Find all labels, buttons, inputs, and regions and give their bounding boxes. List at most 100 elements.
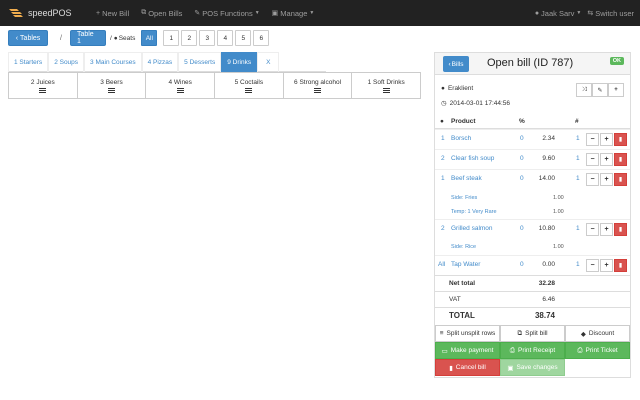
modifier-line: Side: Rice 1.00 [451, 244, 564, 250]
delete-button[interactable]: ▮ [614, 223, 627, 236]
plus-button[interactable]: + [600, 153, 613, 166]
add-button[interactable]: + [608, 83, 624, 97]
percent-cell[interactable]: 0 [520, 135, 524, 142]
top-navbar: speedPOS + New Bill ⧉ Open Bills ✎ POS F… [0, 0, 640, 26]
seat-3[interactable]: 3 [199, 30, 216, 46]
discount-button[interactable]: ◆ Discount [565, 325, 630, 342]
cancel-bill-button[interactable]: ▮ Cancel bill [435, 359, 500, 376]
modifier-line: Side: Fries 1.00 [451, 195, 564, 201]
tables-button-label: Tables [20, 34, 41, 42]
minus-button[interactable]: − [586, 133, 599, 146]
print-receipt-button[interactable]: ⎙ Print Receipt [500, 342, 565, 359]
seat-1[interactable]: 1 [163, 30, 180, 46]
product-cell[interactable]: Grilled salmon [451, 225, 493, 232]
breadcrumb-separator: / [109, 34, 112, 42]
delete-button[interactable]: ▮ [614, 133, 627, 146]
tab-close[interactable]: X [257, 52, 280, 72]
percent-cell[interactable]: 0 [520, 155, 524, 162]
minus-button[interactable]: − [586, 153, 599, 166]
plus-button[interactable]: + [600, 259, 613, 272]
subcat-beers[interactable]: 3 Beers [77, 72, 147, 99]
subcat-label: 3 Beers [100, 78, 123, 86]
seat-cell[interactable]: 1 [441, 135, 445, 142]
seat-cell[interactable]: 2 [441, 155, 445, 162]
minus-button[interactable]: − [586, 259, 599, 272]
tab-pizzas[interactable]: 4 Pizzas [141, 52, 179, 72]
subcat-soft-drinks[interactable]: 1 Soft Drinks [352, 72, 422, 99]
tables-button[interactable]: ‹ Tables [8, 30, 48, 46]
table-button[interactable]: Table 1 [69, 30, 106, 46]
product-cell[interactable]: Tap Water [451, 261, 480, 268]
seat-6[interactable]: 6 [253, 30, 270, 46]
menu-icon [39, 87, 47, 93]
table-bar: ‹ Tables / Table 1 / ● Seats All 1 2 3 4… [8, 30, 270, 46]
split-unsplit-label: Split unsplit rows [446, 330, 496, 337]
product-cell[interactable]: Clear fish soup [451, 155, 494, 162]
seat-5[interactable]: 5 [235, 30, 252, 46]
tab-drinks[interactable]: 9 Drinks [221, 52, 258, 72]
qty-cell[interactable]: 1 [576, 155, 580, 162]
modifier-label[interactable]: Side: Fries [451, 195, 477, 201]
qty-cell[interactable]: 1 [576, 261, 580, 268]
seat-cell[interactable]: All [438, 261, 445, 268]
qty-cell[interactable]: 1 [576, 225, 580, 232]
plus-button[interactable]: + [600, 133, 613, 146]
save-changes-button[interactable]: ▣ Save changes [500, 359, 565, 376]
subcat-strong-alcohol[interactable]: 6 Strong alcohol [283, 72, 353, 99]
menu-icon [245, 87, 253, 93]
user-icon: ● [113, 34, 118, 42]
tab-desserts[interactable]: 5 Desserts [178, 52, 222, 72]
nav-new-bill[interactable]: + New Bill [96, 9, 129, 18]
delete-button[interactable]: ▮ [614, 173, 627, 186]
seat-cell[interactable]: 2 [441, 225, 445, 232]
split-unsplit-button[interactable]: ≡ Split unsplit rows [435, 325, 500, 342]
brand[interactable]: speedPOS [8, 7, 84, 19]
tag-icon: ◆ [580, 330, 586, 338]
trash-icon: ▮ [449, 364, 453, 372]
plus-button[interactable]: + [600, 173, 613, 186]
nav-manage-label: Manage [280, 8, 308, 18]
bill-date-text: 2014-03-01 17:44:56 [449, 99, 511, 107]
tab-main-courses[interactable]: 3 Main Courses [84, 52, 142, 72]
modifier-label[interactable]: Temp: 1 Very Rare [451, 209, 497, 215]
seat-2[interactable]: 2 [181, 30, 198, 46]
product-cell[interactable]: Borsch [451, 135, 471, 142]
split-bill-button[interactable]: ⧉ Split bill [500, 325, 565, 342]
tab-soups[interactable]: 2 Soups [48, 52, 85, 72]
subcat-coctails[interactable]: 5 Coctails [215, 72, 284, 99]
print-ticket-button[interactable]: ⎙ Print Ticket [565, 342, 630, 359]
nav-user[interactable]: ● Jaak Sarv ▼ [535, 9, 582, 18]
bills-button[interactable]: ‹ Bills [443, 56, 469, 72]
shuffle-button[interactable]: ⤨ [576, 83, 592, 97]
menu-icon [176, 87, 184, 93]
tab-starters[interactable]: 1 Starters [8, 52, 49, 72]
product-cell[interactable]: Beef steak [451, 175, 482, 182]
subcat-wines[interactable]: 4 Wines [146, 72, 216, 99]
menu-icon [314, 87, 322, 93]
trash-icon: ▮ [618, 177, 623, 183]
minus-button[interactable]: − [586, 173, 599, 186]
percent-cell[interactable]: 0 [520, 175, 524, 182]
seat-cell[interactable]: 1 [441, 175, 445, 182]
qty-cell[interactable]: 1 [576, 175, 580, 182]
nav-manage[interactable]: ▣ Manage ▼ [272, 9, 315, 18]
seat-4[interactable]: 4 [217, 30, 234, 46]
subcat-juices[interactable]: 2 Juices [8, 72, 78, 99]
nav-pos-functions[interactable]: ✎ POS Functions ▼ [194, 9, 259, 18]
nav-open-bills[interactable]: ⧉ Open Bills [141, 9, 182, 18]
minus-button[interactable]: − [586, 223, 599, 236]
percent-cell[interactable]: 0 [520, 225, 524, 232]
total-value: 38.74 [534, 311, 555, 320]
edit-button[interactable]: ✎ [592, 83, 608, 97]
make-payment-button[interactable]: ▭ Make payment [435, 342, 500, 359]
percent-cell[interactable]: 0 [520, 261, 524, 268]
delete-button[interactable]: ▮ [614, 259, 627, 272]
modifier-label[interactable]: Side: Rice [451, 244, 476, 250]
plus-button[interactable]: + [600, 223, 613, 236]
qty-cell[interactable]: 1 [576, 135, 580, 142]
table-row: 1 Borsch 0 2.34 1 − + ▮ [435, 129, 630, 149]
delete-button[interactable]: ▮ [614, 153, 627, 166]
nav-switch-user[interactable]: ⇆ Switch user [587, 9, 634, 18]
seat-all[interactable]: All [141, 30, 158, 46]
col-percent: % [519, 118, 525, 125]
